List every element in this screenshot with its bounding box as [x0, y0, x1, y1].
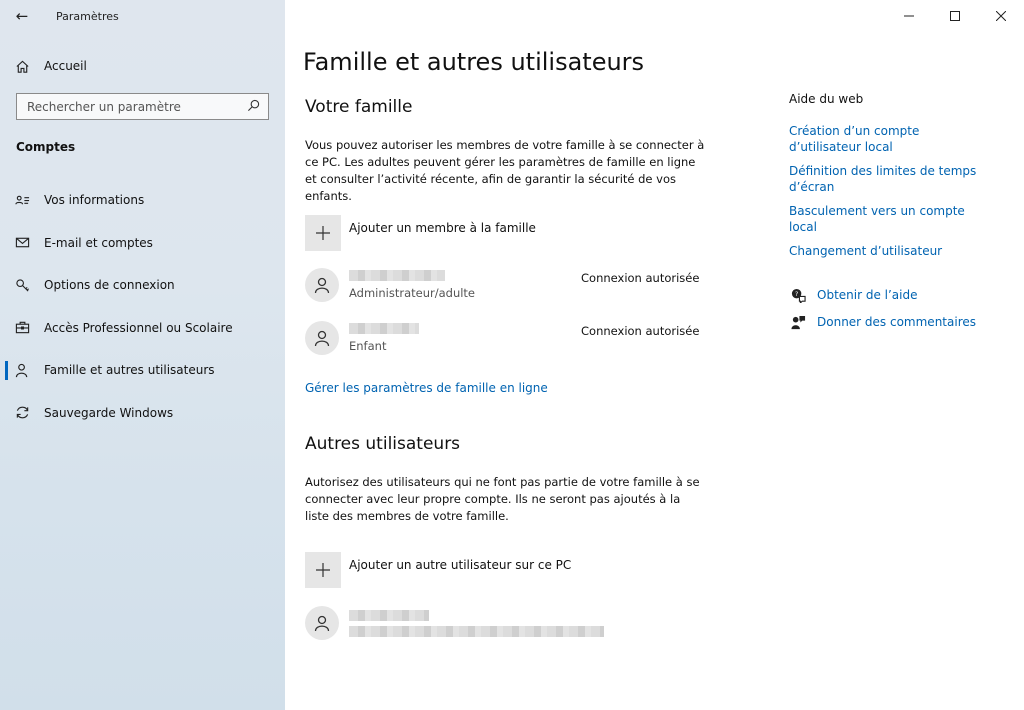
get-help-link[interactable]: Obtenir de l’aide — [817, 288, 918, 302]
manage-family-link[interactable]: Gérer les paramètres de famille en ligne — [305, 381, 548, 395]
family-member-row[interactable]: Administrateur/adulte — [305, 268, 475, 302]
add-family-member-button[interactable]: Ajouter un membre à la famille — [305, 215, 536, 251]
people-icon — [0, 363, 44, 378]
maximize-icon — [950, 11, 960, 21]
user-name-redacted — [349, 323, 419, 334]
maximize-button[interactable] — [932, 0, 978, 32]
sidebar-item-email-comptes[interactable]: E-mail et comptes — [0, 222, 285, 265]
web-help-title: Aide du web — [789, 92, 864, 106]
title-bar: ← Paramètres — [0, 0, 285, 32]
avatar — [305, 268, 339, 302]
page-title: Famille et autres utilisateurs — [303, 48, 645, 76]
user-icon — [314, 615, 330, 632]
user-icon — [314, 330, 330, 347]
feedback-link[interactable]: Donner des commentaires — [817, 315, 976, 329]
minimize-button[interactable] — [886, 0, 932, 32]
sidebar-item-acces-professionnel[interactable]: Accès Professionnel ou Scolaire — [0, 307, 285, 350]
user-text: Administrateur/adulte — [349, 270, 475, 300]
sync-icon — [0, 405, 44, 420]
help-link-create-local-account[interactable]: Création d’un compte d’utilisateur local — [789, 123, 989, 155]
window-title: Paramètres — [56, 9, 119, 23]
user-status: Connexion autorisée — [581, 324, 700, 338]
sidebar-item-options-connexion[interactable]: Options de connexion — [0, 264, 285, 307]
plus-icon — [316, 226, 330, 240]
sidebar-item-label: E-mail et comptes — [44, 235, 153, 250]
back-button[interactable]: ← — [0, 0, 44, 32]
sidebar-item-label: Vos informations — [44, 193, 145, 208]
feedback-row[interactable]: Donner des commentaires — [789, 314, 976, 330]
others-description: Autorisez des utilisateurs qui ne font p… — [305, 475, 700, 523]
home-icon — [0, 59, 44, 74]
briefcase-icon — [0, 320, 44, 335]
sidebar-home-label: Accueil — [44, 59, 87, 73]
sidebar-item-label: Options de connexion — [44, 278, 175, 293]
user-status: Connexion autorisée — [581, 271, 700, 285]
sidebar-nav: Vos informations E-mail et comptes Optio… — [0, 179, 285, 434]
sidebar-item-famille[interactable]: Famille et autres utilisateurs — [0, 349, 285, 392]
user-name-redacted — [349, 270, 445, 281]
search-input[interactable] — [25, 98, 247, 115]
add-box — [305, 552, 341, 588]
svg-text:?: ? — [794, 289, 798, 297]
window-controls — [886, 0, 1024, 32]
others-heading: Autres utilisateurs — [305, 434, 461, 454]
avatar — [305, 606, 339, 640]
close-button[interactable] — [978, 0, 1024, 32]
get-help-row[interactable]: ? Obtenir de l’aide — [789, 287, 918, 303]
user-name-redacted — [349, 609, 429, 621]
user-text — [349, 609, 604, 637]
family-member-row[interactable]: Enfant — [305, 321, 419, 355]
avatar — [305, 321, 339, 355]
user-icon — [314, 277, 330, 294]
family-description: Vous pouvez autoriser les membres de vot… — [305, 138, 705, 203]
help-link-switch-local[interactable]: Basculement vers un compte local — [789, 203, 989, 235]
user-role: Administrateur/adulte — [349, 286, 476, 300]
add-other-user-button[interactable]: Ajouter un autre utilisateur sur ce PC — [305, 552, 571, 588]
arrow-left-icon: ← — [15, 7, 29, 25]
family-heading: Votre famille — [305, 97, 413, 117]
add-box — [305, 215, 341, 251]
web-help-links: Création d’un compte d’utilisateur local… — [789, 123, 989, 267]
search-icon[interactable] — [247, 97, 260, 116]
search-box[interactable] — [16, 93, 269, 120]
minimize-icon — [904, 15, 914, 17]
help-link-change-user[interactable]: Changement d’utilisateur — [789, 243, 989, 259]
plus-icon — [316, 563, 330, 577]
other-user-row[interactable] — [305, 606, 604, 640]
close-icon — [996, 11, 1006, 21]
add-family-member-label: Ajouter un membre à la famille — [349, 221, 536, 235]
user-role: Enfant — [349, 339, 387, 353]
chat-help-icon: ? — [789, 287, 807, 303]
add-other-user-label: Ajouter un autre utilisateur sur ce PC — [349, 558, 572, 572]
key-icon — [0, 278, 44, 293]
mail-icon — [0, 235, 44, 250]
sidebar-item-home[interactable]: Accueil — [0, 48, 285, 84]
user-email-redacted — [349, 625, 604, 637]
user-text: Enfant — [349, 323, 419, 353]
sidebar-item-sauvegarde[interactable]: Sauvegarde Windows — [0, 392, 285, 435]
sidebar-item-label: Famille et autres utilisateurs — [44, 363, 215, 378]
sidebar: ← Paramètres Accueil Comptes Vos informa… — [0, 0, 285, 710]
section-heading: Comptes — [16, 140, 76, 154]
contact-card-icon — [0, 193, 44, 208]
help-link-screen-time[interactable]: Définition des limites de temps d’écran — [789, 163, 989, 195]
feedback-icon — [789, 314, 807, 330]
sidebar-item-vos-informations[interactable]: Vos informations — [0, 179, 285, 222]
sidebar-item-label: Accès Professionnel ou Scolaire — [44, 320, 233, 335]
sidebar-item-label: Sauvegarde Windows — [44, 405, 174, 420]
